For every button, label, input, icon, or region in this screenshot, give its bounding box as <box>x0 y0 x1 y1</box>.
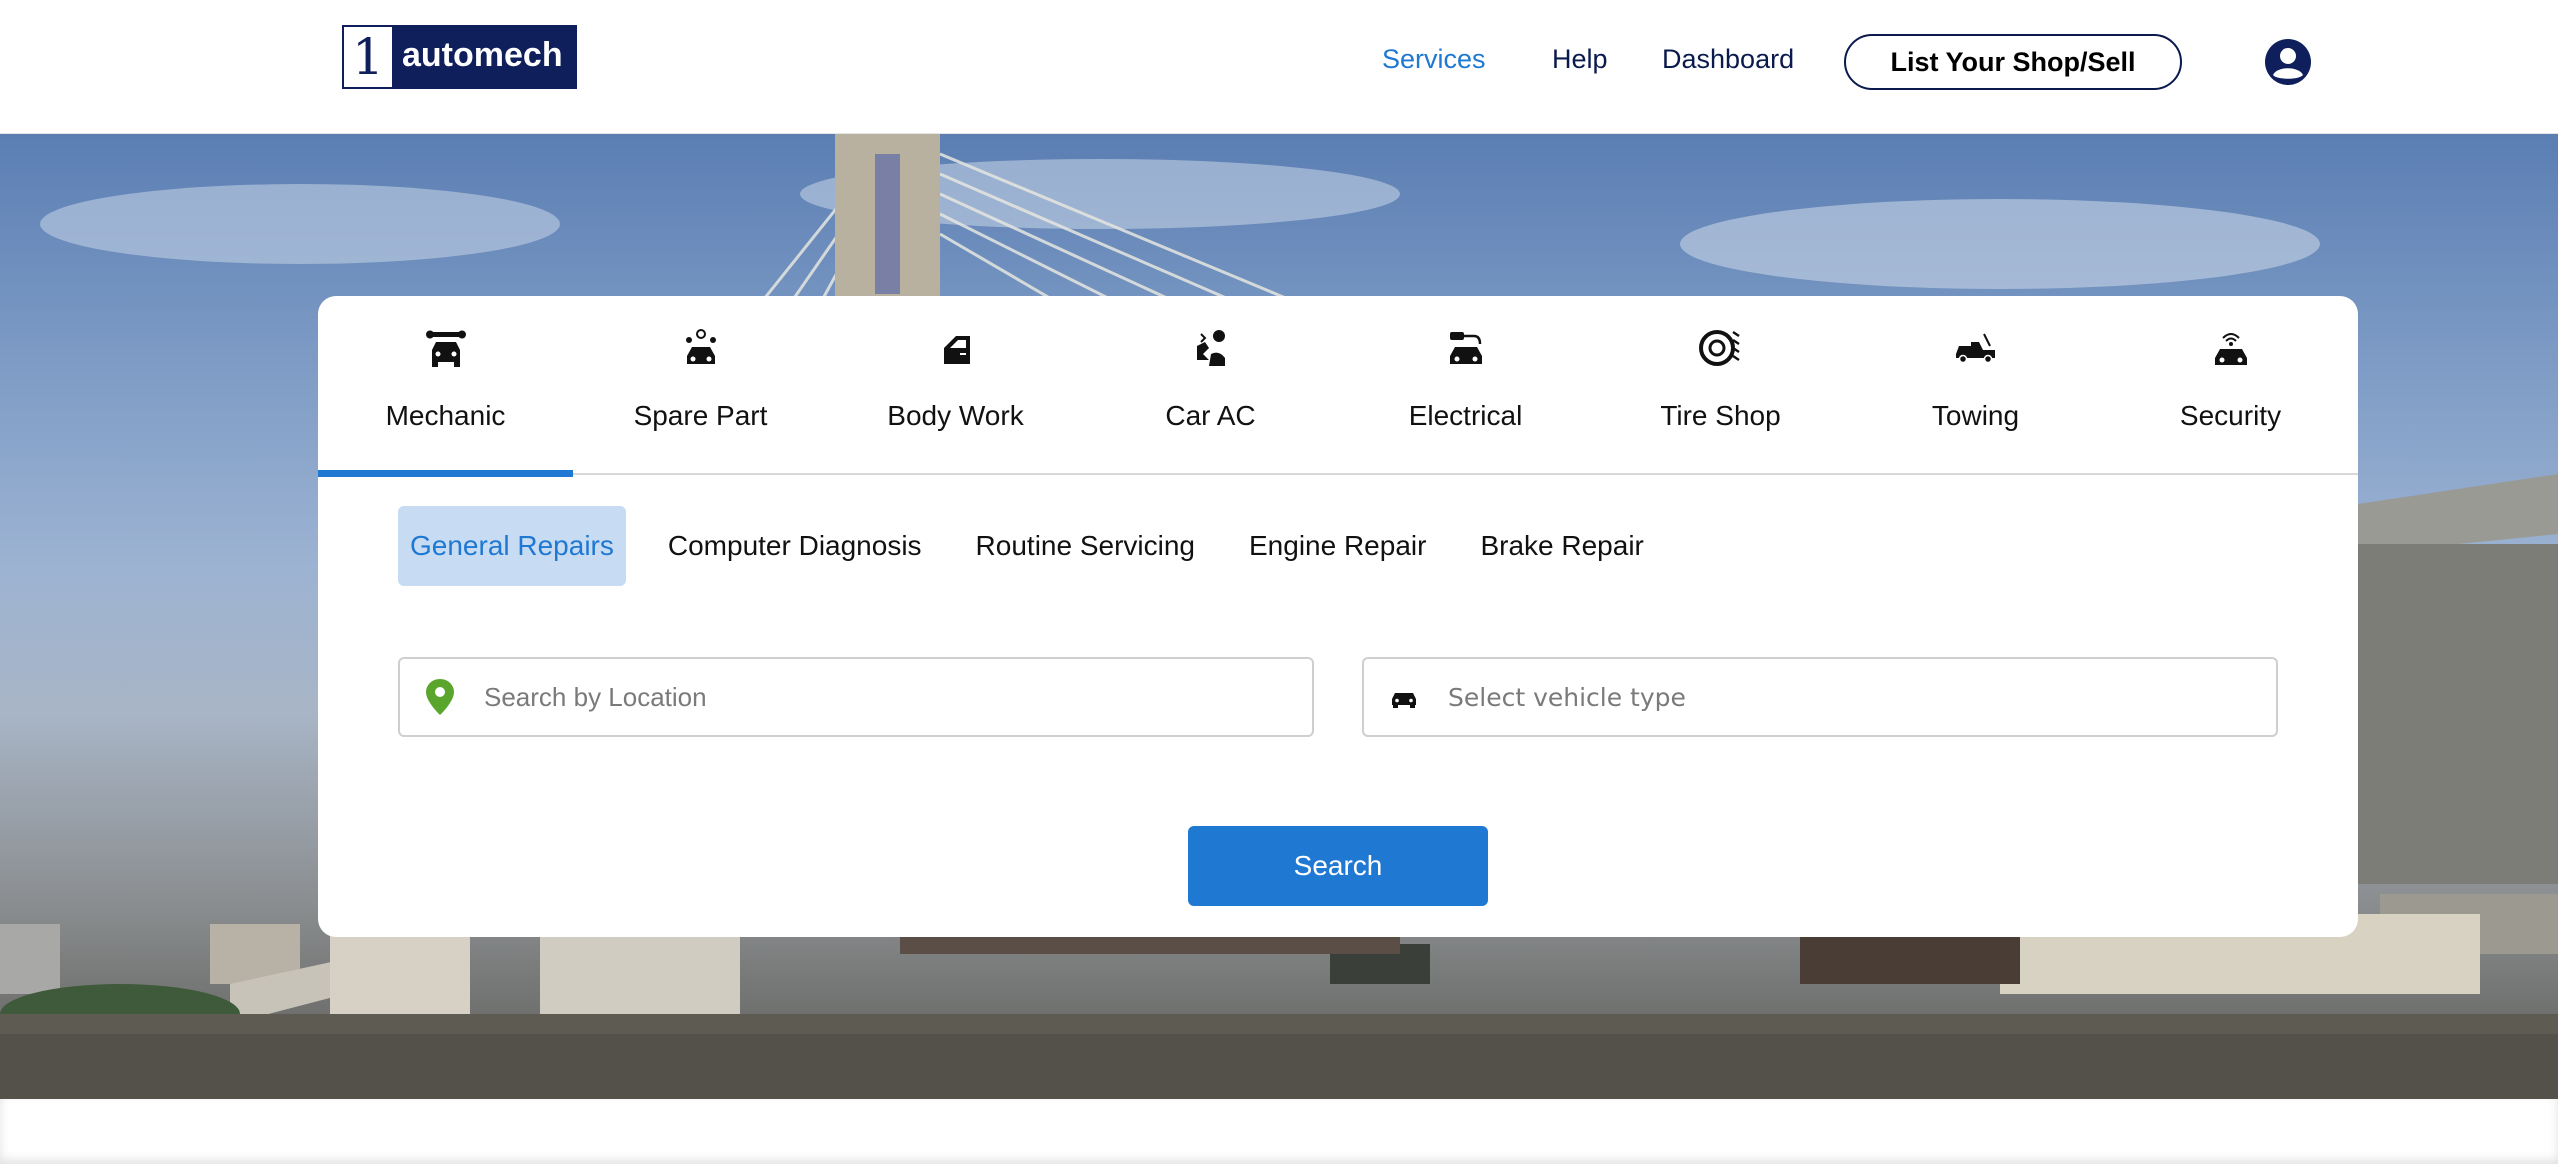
top-header: 1 automech Services Help Dashboard List … <box>0 0 2558 134</box>
tab-label: Electrical <box>1408 400 1523 431</box>
location-input[interactable] <box>484 659 1284 735</box>
tab-label: Spare Part <box>633 400 768 431</box>
tab-body-work[interactable]: Body Work <box>828 296 1083 475</box>
search-button[interactable]: Search <box>1188 826 1488 906</box>
logo-text: automech <box>392 27 575 87</box>
page-below-hero <box>0 1099 2558 1164</box>
nav-link-dashboard[interactable]: Dashboard <box>1662 44 1794 75</box>
logo-number: 1 <box>344 27 392 87</box>
nav-link-help[interactable]: Help <box>1552 44 1608 75</box>
tab-spare-part[interactable]: Spare Part <box>573 296 828 475</box>
tab-label: Car AC <box>1165 400 1256 431</box>
chip-computer-diagnosis[interactable]: Computer Diagnosis <box>656 506 934 586</box>
tow-truck-icon <box>1955 333 1995 364</box>
tab-electrical[interactable]: Electrical <box>1338 296 1593 475</box>
chip-general-repairs[interactable]: General Repairs <box>398 506 626 586</box>
tab-label: Towing <box>1931 400 2020 431</box>
tab-label: Tire Shop <box>1660 400 1781 431</box>
chip-engine-repair[interactable]: Engine Repair <box>1237 506 1438 586</box>
car-icon <box>1392 693 1416 708</box>
tab-car-ac[interactable]: Car AC <box>1083 296 1338 475</box>
vehicle-type-select[interactable] <box>1448 659 2248 735</box>
car-plug-icon <box>1449 332 1482 364</box>
tab-mechanic[interactable]: Mechanic <box>318 296 573 477</box>
car-parts-icon <box>685 329 716 364</box>
car-door-icon <box>943 336 970 364</box>
car-wrench-icon <box>425 330 466 367</box>
list-your-shop-button[interactable]: List Your Shop/Sell <box>1844 34 2182 90</box>
nav-link-services[interactable]: Services <box>1382 44 1486 75</box>
tab-label: Mechanic <box>385 400 506 431</box>
brand-logo[interactable]: 1 automech <box>342 25 577 89</box>
category-tabs: Mechanic Spare Part Body Work Car AC Ele… <box>318 296 2358 477</box>
tab-tire-shop[interactable]: Tire Shop <box>1593 296 1848 475</box>
location-field[interactable] <box>398 657 1314 737</box>
location-pin-icon <box>426 679 454 715</box>
vehicle-type-field[interactable] <box>1362 657 2278 737</box>
chip-routine-servicing[interactable]: Routine Servicing <box>964 506 1207 586</box>
car-ac-icon <box>1196 330 1225 366</box>
car-security-icon <box>2214 333 2247 365</box>
user-circle-icon[interactable] <box>2263 37 2313 87</box>
search-card: Mechanic Spare Part Body Work Car AC Ele… <box>318 296 2358 937</box>
tire-icon <box>1698 330 1740 366</box>
tab-towing[interactable]: Towing <box>1848 296 2103 475</box>
chip-brake-repair[interactable]: Brake Repair <box>1468 506 1655 586</box>
tab-label: Security <box>2179 400 2282 431</box>
subcategory-chips: General Repairs Computer Diagnosis Routi… <box>398 506 1686 586</box>
tab-security[interactable]: Security <box>2103 296 2358 475</box>
tab-label: Body Work <box>887 400 1024 431</box>
